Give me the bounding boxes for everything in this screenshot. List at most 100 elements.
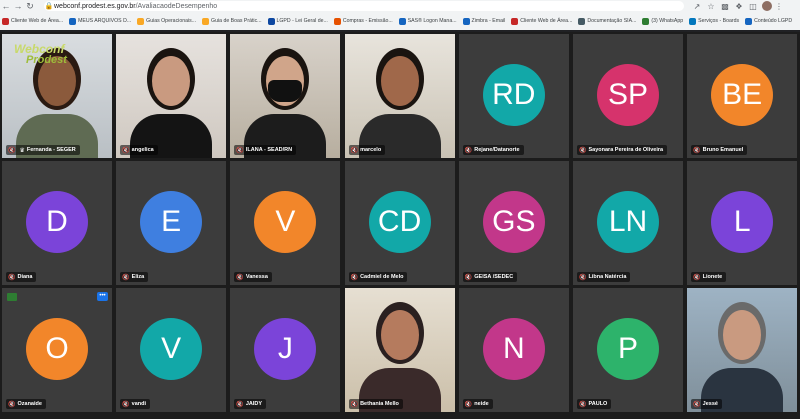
participant-face (723, 310, 762, 360)
participant-name-bar: 🔇 ♛ Fernanda - SEGER (6, 145, 80, 155)
participant-face (380, 56, 419, 106)
bookmark-item[interactable]: Conteúdo LGPD (745, 17, 793, 25)
participant-avatar: P (597, 318, 659, 380)
bookmark-item[interactable]: Cliente Web de Área... (511, 17, 572, 25)
participant-name: Cadmiel de Melo (360, 274, 404, 280)
participant-tile[interactable]: 🔇 Jessé (687, 288, 798, 412)
participant-tile[interactable]: BE 🔇 Bruno Emanuel (687, 34, 798, 158)
mic-muted-icon: 🔇 (350, 147, 359, 154)
mic-muted-icon: 🔇 (8, 401, 16, 408)
participant-face (152, 56, 191, 106)
bookmark-item[interactable]: Cliente Web de Área... (2, 17, 64, 25)
bookmark-item[interactable]: LGPD - Lei Geral de... (267, 17, 328, 25)
participant-name-bar: 🔇 Bethania Mello (348, 399, 403, 409)
participant-tile[interactable]: D 🔇 Diana (2, 161, 112, 285)
participant-name: marcelo (360, 147, 382, 153)
signal-strength-icon (7, 293, 17, 301)
url-host: webconf.prodest.es.gov.br (54, 2, 136, 10)
bookmark-item[interactable]: Guias Operacionais... (137, 17, 196, 25)
participant-tile[interactable]: N 🔇 neide (458, 288, 569, 412)
participant-tile[interactable]: 🔇 ILANA - SEAD/RN (230, 34, 341, 158)
participant-avatar: BE (711, 64, 774, 126)
participant-avatar: J (254, 318, 317, 380)
bookmark-label: MEUS ARQUIVOS D... (78, 18, 132, 24)
participant-tile[interactable]: 🔇 Bethania Mello (344, 288, 455, 412)
participant-name: Rejane/Datanorte (474, 147, 520, 153)
participant-tile[interactable]: LN 🔇 Libna Natércia (573, 161, 683, 285)
participant-name: JAIDY (245, 401, 263, 407)
bookmark-item[interactable]: Compras - Emissão... (333, 17, 393, 25)
participant-name: ILANA - SEAD/RN (245, 147, 293, 153)
extensions-puzzle-icon[interactable]: ❖ (732, 2, 746, 11)
participant-tile[interactable]: O ••• 🔇 Ozanaide (2, 288, 112, 412)
share-icon[interactable]: ↗ (690, 2, 704, 11)
star-icon[interactable]: ☆ (704, 2, 718, 11)
lock-icon: 🔒 (44, 3, 54, 10)
extension-icon[interactable]: ▩ (718, 2, 732, 11)
menu-icon[interactable]: ⋮ (772, 2, 786, 11)
bookmark-label: Cliente Web de Área... (11, 18, 64, 24)
participant-name-bar: 🔇 Eliza (120, 272, 149, 282)
sidebar-icon[interactable]: ◫ (746, 2, 760, 11)
participant-name: PAULO (588, 401, 608, 407)
bookmark-label: Conteúdo LGPD (754, 18, 793, 24)
participant-tile[interactable]: RD 🔇 Rejane/Datanorte (458, 34, 569, 158)
participant-avatar: L (711, 191, 774, 253)
participant-name-bar: 🔇 JAIDY (234, 399, 267, 409)
bookmark-favicon-icon (511, 17, 519, 25)
bookmark-favicon-icon (398, 17, 406, 25)
reload-icon[interactable]: ↻ (24, 0, 36, 12)
participant-tile[interactable]: E 🔇 Eliza (116, 161, 227, 285)
host-crown-icon: ♛ (19, 147, 25, 154)
bookmark-label: Guia de Boas Prátic... (211, 18, 262, 24)
bookmark-favicon-icon (333, 17, 341, 25)
participant-avatar: LN (597, 191, 659, 253)
bookmark-item[interactable]: Zimbra - Email (462, 17, 505, 25)
profile-avatar[interactable] (762, 1, 772, 11)
participant-tile[interactable]: L 🔇 Lionete (687, 161, 798, 285)
participant-avatar: SP (597, 64, 659, 126)
bookmark-label: Documentação SIA... (587, 18, 637, 24)
participant-name-bar: 🔇 PAULO (577, 399, 612, 409)
participant-tile[interactable]: Webconf Prodest 🔇 ♛ Fernanda - SEGER (2, 34, 112, 158)
participant-name: Bruno Emanuel (702, 147, 744, 153)
bookmark-item[interactable]: Documentação SIA... (578, 17, 637, 25)
participant-tile[interactable]: SP 🔇 Sayonara Pereira de Oliveira (573, 34, 683, 158)
participant-tile[interactable]: CD 🔇 Cadmiel de Melo (344, 161, 455, 285)
bookmark-item[interactable]: (3) WhatsApp (642, 17, 683, 25)
participant-tile[interactable]: 🔇 angelica (116, 34, 227, 158)
participant-avatar: RD (482, 64, 545, 126)
participant-name-bar: 🔇 Lionete (691, 272, 727, 282)
more-options-icon[interactable]: ••• (97, 292, 108, 301)
mic-muted-icon: 🔇 (350, 401, 359, 408)
back-icon[interactable]: ← (0, 0, 12, 12)
mic-muted-icon: 🔇 (236, 401, 244, 408)
address-bar[interactable]: 🔒 webconf.prodest.es.gov.br/AvaliacaodeD… (44, 1, 684, 11)
bookmark-item[interactable]: Guia de Boas Prátic... (202, 17, 262, 25)
bookmark-favicon-icon (2, 17, 9, 25)
participant-tile[interactable]: V 🔇 Vanessa (230, 161, 341, 285)
participant-name: Diana (17, 274, 33, 280)
participant-name-bar: 🔇 Libna Natércia (577, 272, 631, 282)
participant-name: Sayonara Pereira de Oliveira (588, 147, 664, 153)
participant-name: Fernanda - SEGER (26, 147, 76, 153)
participant-name-bar: 🔇 neide (462, 399, 493, 409)
participant-name: Lionete (702, 274, 723, 280)
participant-avatar: GS (482, 191, 545, 253)
participant-tile[interactable]: GS 🔇 GEISA /SEDEC (458, 161, 569, 285)
participant-tile[interactable]: 🔇 marcelo (344, 34, 455, 158)
participant-tile[interactable]: J 🔇 JAIDY (230, 288, 341, 412)
bookmark-item[interactable]: SAS® Logon Mana... (398, 17, 457, 25)
participant-name-bar: 🔇 Jessé (691, 399, 722, 409)
bookmark-favicon-icon (202, 17, 210, 25)
participant-name: Vanessa (245, 274, 268, 280)
participant-name: neide (474, 401, 489, 407)
bookmark-item[interactable]: Serviços - Boards (689, 17, 739, 25)
bookmark-item[interactable]: MEUS ARQUIVOS D... (69, 17, 132, 25)
participant-tile[interactable]: P 🔇 PAULO (573, 288, 683, 412)
forward-icon[interactable]: → (12, 0, 24, 12)
bookmark-favicon-icon (137, 17, 145, 25)
mic-muted-icon: 🔇 (122, 274, 130, 281)
participant-name-bar: 🔇 GEISA /SEDEC (462, 272, 518, 282)
participant-tile[interactable]: V 🔇 vandi (116, 288, 227, 412)
